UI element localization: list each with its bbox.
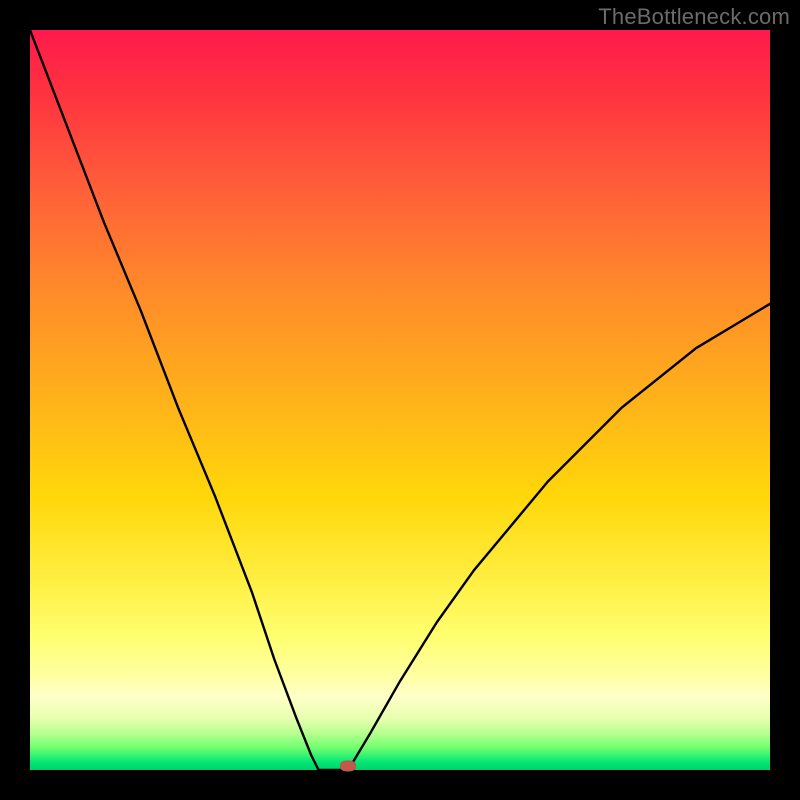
bottleneck-curve: [30, 30, 770, 770]
curve-layer: [30, 30, 770, 770]
plot-area: [30, 30, 770, 770]
optimum-marker: [340, 761, 356, 772]
chart-frame: TheBottleneck.com: [0, 0, 800, 800]
watermark-text: TheBottleneck.com: [598, 4, 790, 30]
